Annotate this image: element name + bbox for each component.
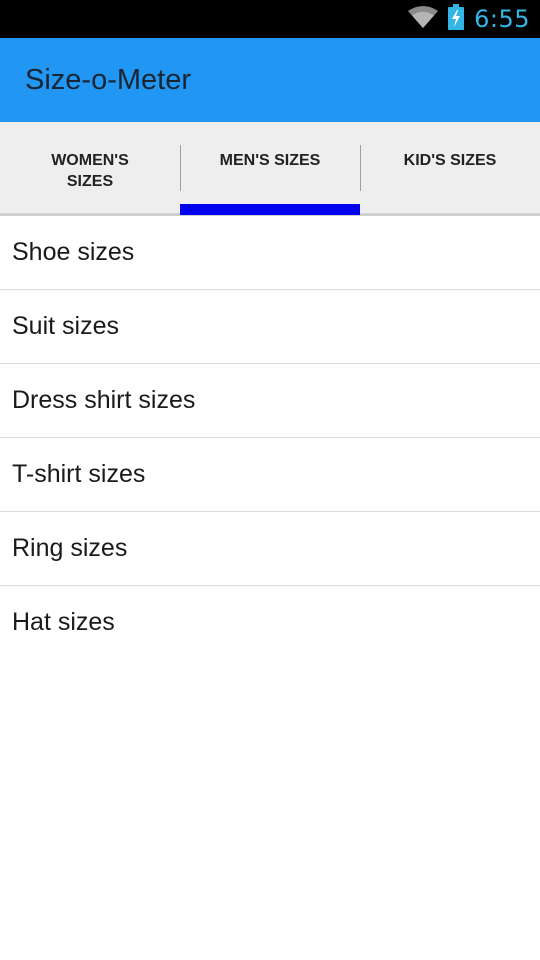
- wifi-icon: [408, 5, 439, 34]
- status-icons: 6:55: [408, 0, 530, 38]
- list-item-t-shirt-sizes[interactable]: T-shirt sizes: [0, 438, 540, 512]
- tab-label: MEN'S SIZES: [219, 152, 321, 169]
- list-item-shoe-sizes[interactable]: Shoe sizes: [0, 216, 540, 290]
- size-category-list: Shoe sizes Suit sizes Dress shirt sizes …: [0, 216, 540, 659]
- app-bar: Size-o-Meter: [0, 38, 540, 122]
- status-clock: 6:55: [474, 5, 530, 33]
- tab-kids-sizes[interactable]: KID'S SIZES: [360, 122, 540, 213]
- list-item-dress-shirt-sizes[interactable]: Dress shirt sizes: [0, 364, 540, 438]
- battery-charging-icon: [448, 3, 465, 35]
- tab-label: SIZES: [66, 173, 114, 190]
- list-item-suit-sizes[interactable]: Suit sizes: [0, 290, 540, 364]
- list-item-ring-sizes[interactable]: Ring sizes: [0, 512, 540, 586]
- tab-mens-sizes[interactable]: MEN'S SIZES: [180, 122, 360, 213]
- tab-label: KID'S SIZES: [403, 152, 497, 169]
- status-bar: 6:55: [0, 0, 540, 38]
- tab-womens-sizes[interactable]: WOMEN'S SIZES: [0, 122, 180, 213]
- app-title: Size-o-Meter: [25, 64, 191, 96]
- selected-tab-indicator: [180, 204, 360, 215]
- tab-bar: WOMEN'S SIZES MEN'S SIZES KID'S SIZES: [0, 122, 540, 216]
- list-item-hat-sizes[interactable]: Hat sizes: [0, 586, 540, 659]
- tab-label: WOMEN'S: [51, 152, 129, 169]
